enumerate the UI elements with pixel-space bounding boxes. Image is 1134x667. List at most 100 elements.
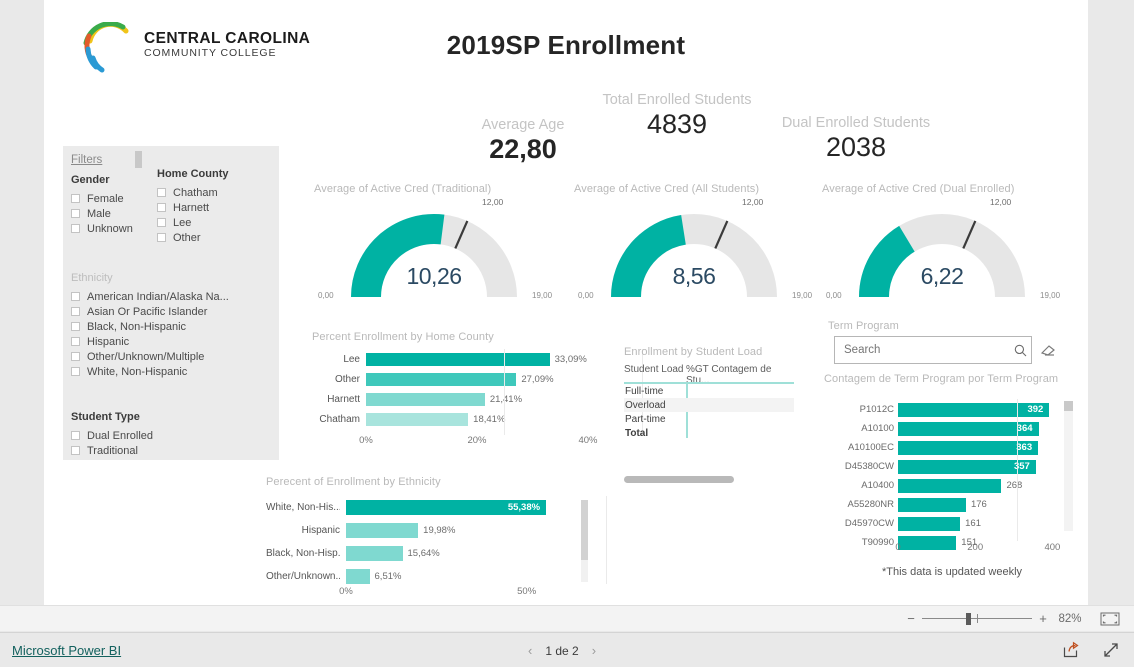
filter-item-other-unknown-multiple[interactable]: Other/Unknown/Multiple bbox=[71, 349, 271, 364]
checkbox-icon[interactable] bbox=[71, 367, 80, 376]
filter-item-white-non-hispanic[interactable]: White, Non-Hispanic bbox=[71, 364, 271, 379]
chart-scrollbar[interactable] bbox=[581, 500, 588, 582]
chart-bar-row[interactable]: Hispanic 19,98% bbox=[266, 521, 570, 539]
slider-thumb[interactable] bbox=[966, 612, 971, 625]
filter-item-traditional[interactable]: Traditional bbox=[71, 443, 251, 458]
filter-item-unknown[interactable]: Unknown bbox=[71, 221, 157, 236]
footer-actions bbox=[1062, 641, 1120, 659]
scrollbar-thumb[interactable] bbox=[1064, 401, 1073, 411]
chart-bar-row[interactable]: Other/Unknown... 6,51% bbox=[266, 567, 570, 585]
kpi-total-enrolled-students: Total Enrolled Students 4839 bbox=[584, 92, 770, 140]
fit-to-page-icon[interactable] bbox=[1100, 612, 1120, 626]
search-box[interactable] bbox=[834, 336, 1032, 364]
table-row[interactable]: Full-time bbox=[624, 384, 794, 398]
clear-filter-eraser-icon[interactable] bbox=[1040, 344, 1056, 356]
zoom-out-button[interactable]: − bbox=[904, 611, 918, 626]
table-row[interactable]: Part-time bbox=[624, 412, 794, 426]
chart-bar-row[interactable]: Chatham 18,41% bbox=[312, 411, 588, 427]
checkbox-icon[interactable] bbox=[157, 218, 166, 227]
filters-pane-title[interactable]: Filters bbox=[71, 154, 102, 166]
chart-bar-row[interactable]: D45380CW 357 bbox=[824, 458, 1064, 475]
filter-item-black-non-hispanic[interactable]: Black, Non-Hispanic bbox=[71, 319, 271, 334]
page-title: 2019SP Enrollment bbox=[446, 30, 686, 60]
table-row[interactable]: Total bbox=[624, 426, 794, 440]
filter-item-hispanic[interactable]: Hispanic bbox=[71, 334, 271, 349]
checkbox-icon[interactable] bbox=[71, 352, 80, 361]
checkbox-icon[interactable] bbox=[71, 322, 80, 331]
chart-bar-row[interactable]: A10400 268 bbox=[824, 477, 1064, 494]
fullscreen-icon[interactable] bbox=[1102, 641, 1120, 659]
checkbox-icon[interactable] bbox=[157, 188, 166, 197]
next-page-icon[interactable]: › bbox=[592, 643, 596, 658]
checkbox-icon[interactable] bbox=[157, 233, 166, 242]
bar-fill[interactable] bbox=[898, 478, 1002, 493]
filter-group-gender: Gender Female Male Unknown bbox=[71, 174, 157, 236]
bar-fill[interactable] bbox=[346, 545, 403, 561]
filter-item-asian-pacific[interactable]: Asian Or Pacific Islander bbox=[71, 304, 271, 319]
filter-item-harnett[interactable]: Harnett bbox=[157, 200, 267, 215]
filter-item-label: Harnett bbox=[173, 201, 210, 214]
chart-scrollbar[interactable] bbox=[1064, 401, 1073, 531]
checkbox-icon[interactable] bbox=[71, 446, 80, 455]
bar-track: 21,41% bbox=[366, 392, 588, 406]
share-icon[interactable] bbox=[1062, 641, 1080, 659]
bar-fill[interactable] bbox=[898, 516, 961, 531]
filter-item-chatham[interactable]: Chatham bbox=[157, 185, 267, 200]
checkbox-icon[interactable] bbox=[71, 194, 80, 203]
gauge-target-label: 12,00 bbox=[482, 197, 504, 207]
search-icon[interactable] bbox=[1009, 337, 1031, 363]
filter-item-dual-enrolled[interactable]: Dual Enrolled bbox=[71, 428, 251, 443]
microsoft-power-bi-link[interactable]: Microsoft Power BI bbox=[12, 643, 121, 658]
chart-bar-row[interactable]: Harnett 21,41% bbox=[312, 391, 588, 407]
slicer-term-program: Term Program bbox=[824, 320, 1080, 366]
bar-fill[interactable] bbox=[366, 412, 469, 426]
chart-bar-row[interactable]: A55280NR 176 bbox=[824, 496, 1064, 513]
chart-bar-row[interactable]: Black, Non-Hisp... 15,64% bbox=[266, 544, 570, 562]
table-row[interactable]: Overload bbox=[624, 398, 794, 412]
bar-category-label: Harnett bbox=[327, 393, 360, 405]
checkbox-icon[interactable] bbox=[157, 203, 166, 212]
zoom-bar: − + 82% bbox=[0, 605, 1134, 631]
slider-tick bbox=[977, 613, 978, 623]
zoom-slider[interactable] bbox=[922, 612, 1032, 626]
checkbox-icon[interactable] bbox=[71, 307, 80, 316]
filters-pane[interactable]: Filters Gender Female Male Unknown Home … bbox=[63, 146, 279, 460]
checkbox-icon[interactable] bbox=[71, 431, 80, 440]
chart-bar-row[interactable]: D45970CW 161 bbox=[824, 515, 1064, 532]
gauge-active-cred-dual-enrolled: Average of Active Cred (Dual Enrolled) 6… bbox=[820, 183, 1064, 305]
bar-fill[interactable] bbox=[366, 372, 517, 386]
bar-fill[interactable] bbox=[346, 522, 419, 538]
filters-scrollbar[interactable] bbox=[135, 151, 142, 168]
filter-item-male[interactable]: Male bbox=[71, 206, 157, 221]
gauge-arc: 10,26 0,00 19,00 12,00 bbox=[318, 197, 552, 305]
filter-item-female[interactable]: Female bbox=[71, 191, 157, 206]
chart-x-axis: 0 200 400 bbox=[895, 542, 1064, 556]
chart-bar-row[interactable]: Lee 33,09% bbox=[312, 351, 588, 367]
scrollbar-thumb[interactable] bbox=[581, 500, 588, 560]
bar-fill[interactable] bbox=[366, 352, 550, 366]
bar-value-label: 357 bbox=[1013, 460, 1030, 472]
weekly-update-note: *This data is updated weekly bbox=[881, 566, 1023, 578]
search-input[interactable] bbox=[835, 343, 1009, 357]
chart-bar-row[interactable]: P1012C 392 bbox=[824, 401, 1064, 418]
checkbox-icon[interactable] bbox=[71, 337, 80, 346]
filter-item-american-indian[interactable]: American Indian/Alaska Na... bbox=[71, 289, 271, 304]
checkbox-icon[interactable] bbox=[71, 292, 80, 301]
chart-bar-row[interactable]: Other 27,09% bbox=[312, 371, 588, 387]
zoom-in-button[interactable]: + bbox=[1036, 611, 1050, 626]
gauge-min-label: 0,00 bbox=[578, 291, 594, 300]
checkbox-icon[interactable] bbox=[71, 224, 80, 233]
chart-bar-row[interactable]: A10100EC 363 bbox=[824, 439, 1064, 456]
bar-fill[interactable] bbox=[346, 568, 370, 584]
chart-bar-row[interactable]: A10100 364 bbox=[824, 420, 1064, 437]
table-horizontal-scrollbar[interactable] bbox=[624, 476, 734, 483]
filter-item-other-county[interactable]: Other bbox=[157, 230, 267, 245]
previous-page-icon[interactable]: ‹ bbox=[528, 643, 532, 658]
bar-fill[interactable] bbox=[898, 497, 966, 512]
chart-bar-row[interactable]: White, Non-His... 55,38% bbox=[266, 498, 570, 516]
checkbox-icon[interactable] bbox=[71, 209, 80, 218]
axis-tick-label: 0 bbox=[895, 542, 901, 553]
filter-item-lee[interactable]: Lee bbox=[157, 215, 267, 230]
axis-tick-label: 0% bbox=[359, 435, 373, 446]
bar-fill[interactable] bbox=[366, 392, 485, 406]
